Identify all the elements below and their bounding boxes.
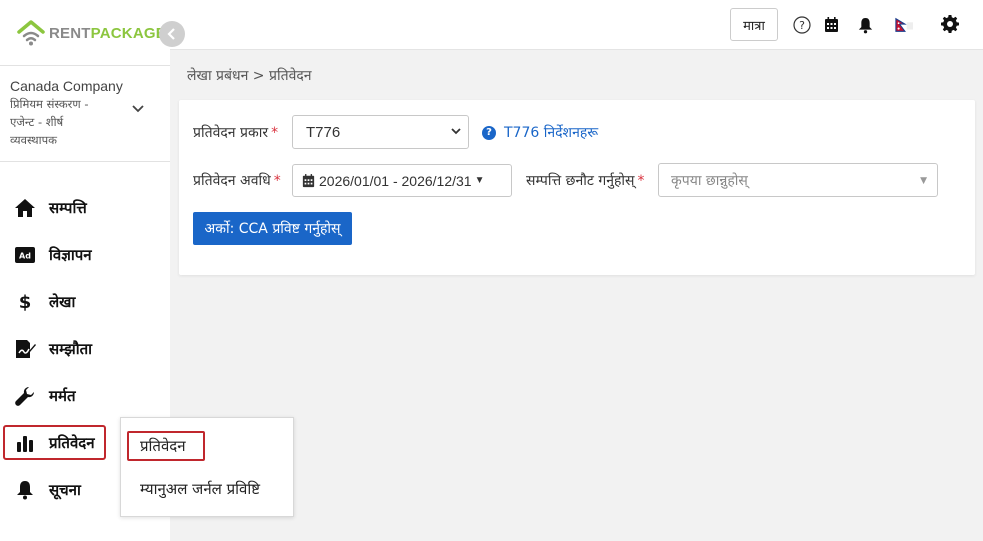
caret-down-icon: ▼ bbox=[474, 175, 485, 186]
property-select[interactable]: कृपया छान्नुहोस् ▼ bbox=[658, 163, 938, 197]
sidebar-item-label: सम्झौता bbox=[49, 340, 93, 358]
calendar-icon bbox=[302, 173, 315, 187]
report-type-select[interactable]: T776 bbox=[292, 115, 469, 149]
property-select-label-text: सम्पत्ति छनौट गर्नुहोस् bbox=[526, 173, 635, 189]
sidebar-item-agreement[interactable]: सम्झौता bbox=[14, 334, 92, 364]
dollar-icon: $ bbox=[14, 291, 36, 313]
notification-bell-icon[interactable] bbox=[856, 16, 874, 34]
report-period-label: प्रतिवेदन अवधि * bbox=[193, 171, 281, 190]
required-mark: * bbox=[637, 173, 645, 189]
wifi-house-icon bbox=[17, 20, 45, 46]
bell-icon bbox=[14, 479, 36, 501]
report-submenu: प्रतिवेदन म्यानुअल जर्नल प्रविष्टि bbox=[120, 417, 294, 517]
company-plan: प्रिमियम संस्करण - एजेन्ट - शीर्ष व्यवस्… bbox=[10, 95, 130, 149]
report-form-card: प्रतिवेदन प्रकार * T776 ? T776 निर्देशनहर… bbox=[179, 100, 975, 275]
chevron-left-icon bbox=[167, 28, 175, 40]
sidebar-item-property[interactable]: सम्पत्ति bbox=[14, 193, 87, 223]
svg-text:$: $ bbox=[19, 292, 32, 312]
sidebar-item-maintenance[interactable]: मर्मत bbox=[14, 381, 76, 411]
nepal-flag-icon[interactable] bbox=[895, 16, 913, 34]
calendar-icon[interactable] bbox=[822, 16, 840, 34]
sidebar-item-label: सम्पत्ति bbox=[49, 199, 87, 217]
property-select-placeholder: कृपया छान्नुहोस् bbox=[671, 172, 748, 189]
breadcrumb: लेखा प्रबंधन > प्रतिवेदन bbox=[187, 68, 312, 84]
logo-package: PACKAGE bbox=[90, 24, 166, 42]
property-select-label: सम्पत्ति छनौट गर्नुहोस् * bbox=[526, 171, 645, 190]
chevron-down-icon[interactable] bbox=[131, 104, 145, 114]
sidebar-item-label: विज्ञापन bbox=[49, 246, 92, 264]
logo-rent: RENT bbox=[49, 24, 91, 42]
svg-text:Ad: Ad bbox=[19, 252, 31, 261]
help-icon[interactable]: ? bbox=[793, 16, 811, 34]
divider bbox=[0, 161, 170, 162]
caret-down-icon: ▼ bbox=[920, 176, 927, 186]
report-type-value: T776 bbox=[306, 123, 341, 141]
report-period-label-text: प्रतिवेदन अवधि bbox=[193, 173, 271, 189]
submenu-item-report[interactable]: प्रतिवेदन bbox=[140, 436, 186, 456]
report-type-label: प्रतिवेदन प्रकार * bbox=[193, 123, 278, 142]
company-plan-line3: व्यवस्थापक bbox=[10, 133, 57, 147]
sidebar-collapse-button[interactable] bbox=[159, 21, 185, 47]
sidebar-item-report[interactable]: प्रतिवेदन bbox=[14, 428, 95, 458]
sidebar-item-label: मर्मत bbox=[49, 387, 76, 405]
company-plan-line2: एजेन्ट - शीर्ष bbox=[10, 115, 64, 129]
logo[interactable]: RENTPACKAGE bbox=[17, 18, 166, 48]
sidebar-item-label: प्रतिवेदन bbox=[49, 434, 95, 452]
divider bbox=[0, 65, 170, 66]
required-mark: * bbox=[271, 125, 279, 141]
sidebar-item-accounting[interactable]: $ लेखा bbox=[14, 287, 76, 317]
question-circle-icon: ? bbox=[482, 125, 496, 140]
bar-chart-icon bbox=[14, 432, 36, 454]
sidebar-item-advertisement[interactable]: Ad विज्ञापन bbox=[14, 240, 92, 270]
wrench-icon bbox=[14, 385, 36, 407]
settings-gear-icon[interactable] bbox=[941, 15, 959, 33]
ad-icon: Ad bbox=[14, 244, 36, 266]
language-button[interactable]: मात्रा bbox=[730, 8, 778, 41]
next-cca-entry-button[interactable]: अर्को: CCA प्रविष्ट गर्नुहोस् bbox=[193, 212, 352, 245]
contract-icon bbox=[14, 338, 36, 360]
company-name: Canada Company bbox=[10, 78, 123, 94]
required-mark: * bbox=[273, 173, 281, 189]
company-switcher[interactable]: Canada Company प्रिमियम संस्करण - एजेन्ट… bbox=[10, 78, 130, 149]
sidebar-item-notification[interactable]: सूचना bbox=[14, 475, 81, 505]
t776-instructions-text: T776 निर्देशनहरू bbox=[504, 125, 599, 141]
sidebar-item-label: सूचना bbox=[49, 481, 81, 499]
t776-instructions-link[interactable]: ? T776 निर्देशनहरू bbox=[482, 123, 598, 142]
top-bar: मात्रा ? bbox=[170, 0, 983, 50]
logo-text: RENTPACKAGE bbox=[49, 25, 166, 42]
home-icon bbox=[14, 197, 36, 219]
report-period-value: 2026/01/01 - 2026/12/31 bbox=[319, 172, 472, 189]
chevron-down-icon bbox=[451, 128, 461, 135]
report-type-label-text: प्रतिवेदन प्रकार bbox=[193, 125, 269, 141]
company-plan-line1: प्रिमियम संस्करण - bbox=[10, 97, 89, 111]
report-period-date-range[interactable]: 2026/01/01 - 2026/12/31 ▼ bbox=[292, 164, 512, 197]
submenu-item-manual-journal-entry[interactable]: म्यानुअल जर्नल प्रविष्टि bbox=[140, 479, 260, 499]
sidebar-item-label: लेखा bbox=[49, 293, 76, 311]
svg-text:?: ? bbox=[799, 19, 805, 32]
